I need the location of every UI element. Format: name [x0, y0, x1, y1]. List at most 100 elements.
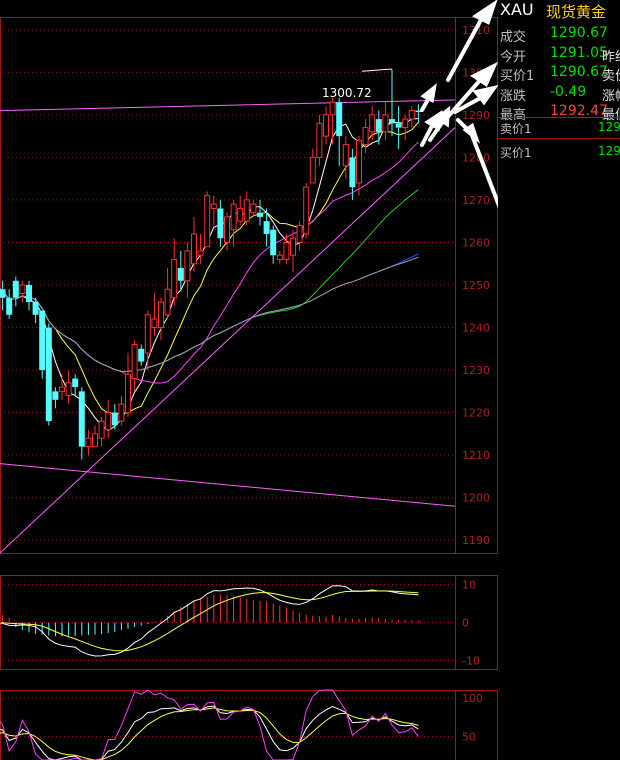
candle-body [197, 250, 204, 256]
candle-body [243, 199, 250, 222]
y-tick-label: 1240 [462, 322, 490, 335]
quote-value: 1290.67 [550, 64, 608, 80]
candle-body [250, 203, 257, 214]
candle [362, 119, 369, 154]
y-tick-label: 1190 [462, 534, 490, 547]
candle [6, 289, 13, 320]
candle [290, 229, 296, 273]
divider [498, 138, 620, 139]
candle-body [309, 156, 316, 184]
candle [105, 399, 112, 439]
order-book-label: 卖价1 [500, 122, 532, 136]
candle [26, 280, 32, 311]
dif-line [0, 585, 419, 657]
candle [92, 425, 98, 448]
candle [85, 429, 92, 456]
candle [118, 395, 125, 426]
quote-label: 成交 [500, 30, 527, 45]
candle [158, 297, 164, 341]
candle-body [224, 216, 230, 243]
candle [395, 106, 402, 149]
candle-body [59, 386, 65, 392]
order-book-value: 1290 [598, 144, 620, 158]
quote-panel: XAU 现货黄金 成交1290.67今开1291.05昨结买价11290.67卖… [498, 0, 620, 760]
candle-body [342, 144, 349, 167]
candle [78, 387, 85, 460]
y-tick-label: 1280 [462, 151, 490, 164]
candle [151, 293, 158, 337]
candle-body [323, 114, 329, 137]
order-book-label: 买价1 [500, 146, 532, 160]
candle-body [382, 114, 389, 133]
moving-average-lines [0, 99, 456, 554]
candle [408, 106, 415, 128]
candle [316, 114, 323, 166]
candle-body [98, 420, 105, 439]
candle [230, 199, 237, 247]
candle-body [263, 221, 270, 234]
candle [204, 191, 211, 248]
candle [164, 267, 171, 320]
candle-body [389, 119, 395, 124]
arrow-annotations [420, 0, 498, 209]
candle-body [164, 288, 171, 316]
candle-body [336, 102, 343, 137]
y-tick-label: 1210 [462, 449, 490, 462]
candle-body [303, 186, 310, 235]
candle-body [349, 157, 356, 188]
arrow-annotation [420, 83, 437, 112]
quote-label: 今开 [500, 49, 527, 65]
y-tick-label: 10 [462, 579, 476, 592]
quote-header: XAU 现货黄金 [498, 0, 620, 22]
candle [224, 212, 230, 251]
candle-body [402, 118, 409, 129]
kdj-lines [0, 689, 419, 760]
ma-line [0, 141, 419, 384]
quote-extra-label: 卖价 [602, 69, 620, 84]
chart-area: 1190 1200 1210 1220 1230 1240 1250 1260 1270 1280… [0, 0, 498, 760]
candle-body [0, 289, 6, 298]
candle-body [32, 302, 39, 315]
high-price-label: 1300.72 [322, 86, 372, 100]
y-tick-label: -10 [462, 655, 480, 668]
candle [217, 199, 224, 247]
candle-body [329, 101, 336, 116]
candle [309, 148, 316, 184]
candle-body [144, 314, 151, 354]
candle [389, 69, 395, 137]
candle [402, 114, 409, 141]
candle-body [362, 127, 369, 146]
candle-body [78, 391, 85, 447]
candle [336, 97, 343, 166]
candle [45, 323, 52, 426]
candle-body [257, 212, 263, 217]
quote-value: -0.49 [550, 83, 587, 100]
candle-body [210, 203, 217, 209]
candle [72, 374, 79, 396]
candle-body [158, 301, 164, 329]
candle [356, 136, 362, 196]
candle-body [19, 284, 26, 295]
ma-line [0, 121, 419, 415]
candle-body [270, 229, 277, 256]
candle-body [105, 412, 112, 431]
candle-body [204, 195, 211, 248]
candle-body [290, 237, 296, 256]
annotation-leader [361, 68, 392, 72]
y-tick-label: 100 [462, 692, 483, 705]
candle [39, 310, 46, 379]
quote-label: 买价1 [500, 69, 535, 84]
quote-value: 1291.05 [550, 44, 608, 61]
candle-body [237, 207, 244, 222]
macd-lines [0, 585, 419, 657]
candle [375, 110, 382, 145]
quote-value: 1290.67 [550, 25, 608, 41]
candle [125, 353, 131, 417]
y-tick-label: 1270 [462, 194, 490, 207]
candle-body [111, 412, 118, 426]
candle [349, 148, 356, 200]
quote-label: 涨跌 [500, 88, 527, 104]
ma-line [0, 256, 419, 372]
candle-body [45, 327, 52, 422]
candle-body [283, 241, 290, 260]
